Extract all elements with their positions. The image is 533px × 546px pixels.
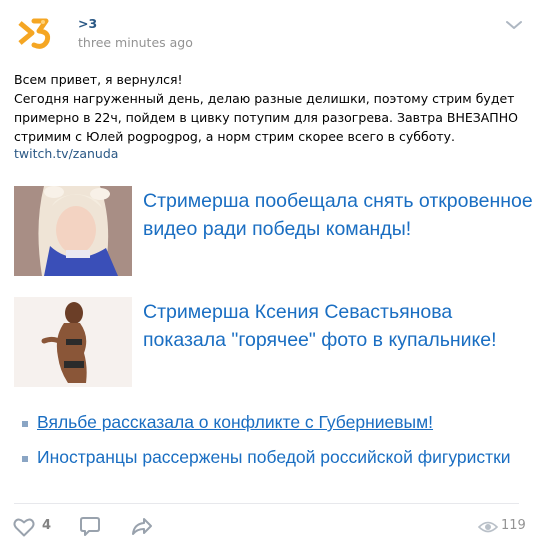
teaser-ad[interactable]: Стримерша Ксения Севастьянова показала "… [14, 297, 533, 387]
author-name[interactable]: >3 [78, 16, 97, 31]
heart-icon [13, 518, 35, 537]
bullet-icon [22, 421, 28, 427]
wall-post: >3 three minutes ago Всем привет, я верн… [0, 0, 533, 546]
teaser-ad[interactable]: Стримерша пообещала снять откровенное ви… [14, 186, 533, 276]
post-text-line: Всем привет, я вернулся! [14, 72, 183, 87]
comment-icon [80, 517, 100, 536]
news-link-text[interactable]: Иностранцы рассержены победой российской… [37, 447, 533, 468]
post-text: Всем привет, я вернулся! Сегодня нагруже… [14, 70, 519, 146]
views-count: 119 [501, 518, 526, 533]
share-icon [132, 518, 152, 535]
post-text-line: стримим с Юлей pogpogpog, а норм стрим с… [14, 129, 455, 144]
share-button[interactable] [130, 514, 154, 538]
eye-icon [478, 521, 498, 533]
post-timestamp[interactable]: three minutes ago [78, 35, 193, 50]
footer-divider [14, 503, 519, 504]
news-link-text[interactable]: Вяльбе рассказала о конфликте с Губерние… [37, 412, 533, 433]
news-link[interactable]: Вяльбе рассказала о конфликте с Губерние… [22, 412, 533, 438]
post-text-line: примерно в 22ч, пойдем в цивку потупим д… [14, 110, 518, 125]
bullet-icon [22, 456, 28, 462]
teaser-title-line[interactable]: Стримерша пообещала снять откровенное [143, 190, 533, 213]
chevron-down-icon [506, 21, 522, 29]
comment-button[interactable] [78, 514, 102, 538]
like-count: 4 [42, 518, 52, 533]
post-menu-button[interactable] [505, 16, 523, 29]
post-link[interactable]: twitch.tv/zanuda [14, 146, 118, 161]
teaser-thumbnail[interactable] [14, 186, 132, 276]
teaser-title-line[interactable]: видео ради победы команды! [143, 218, 533, 241]
teaser-title-line[interactable]: Стримерша Ксения Севастьянова [143, 301, 533, 324]
like-button[interactable]: 4 [12, 515, 56, 539]
avatar-logo [18, 18, 51, 49]
news-link[interactable]: Иностранцы рассержены победой российской… [22, 447, 533, 473]
post-text-line: Сегодня нагруженный день, делаю разные д… [14, 91, 515, 106]
teaser-thumbnail[interactable] [14, 297, 132, 387]
author-avatar[interactable] [14, 13, 54, 53]
views-counter: 119 [478, 517, 528, 537]
teaser-title-line[interactable]: показала "горячее" фото в купальнике! [143, 329, 533, 352]
